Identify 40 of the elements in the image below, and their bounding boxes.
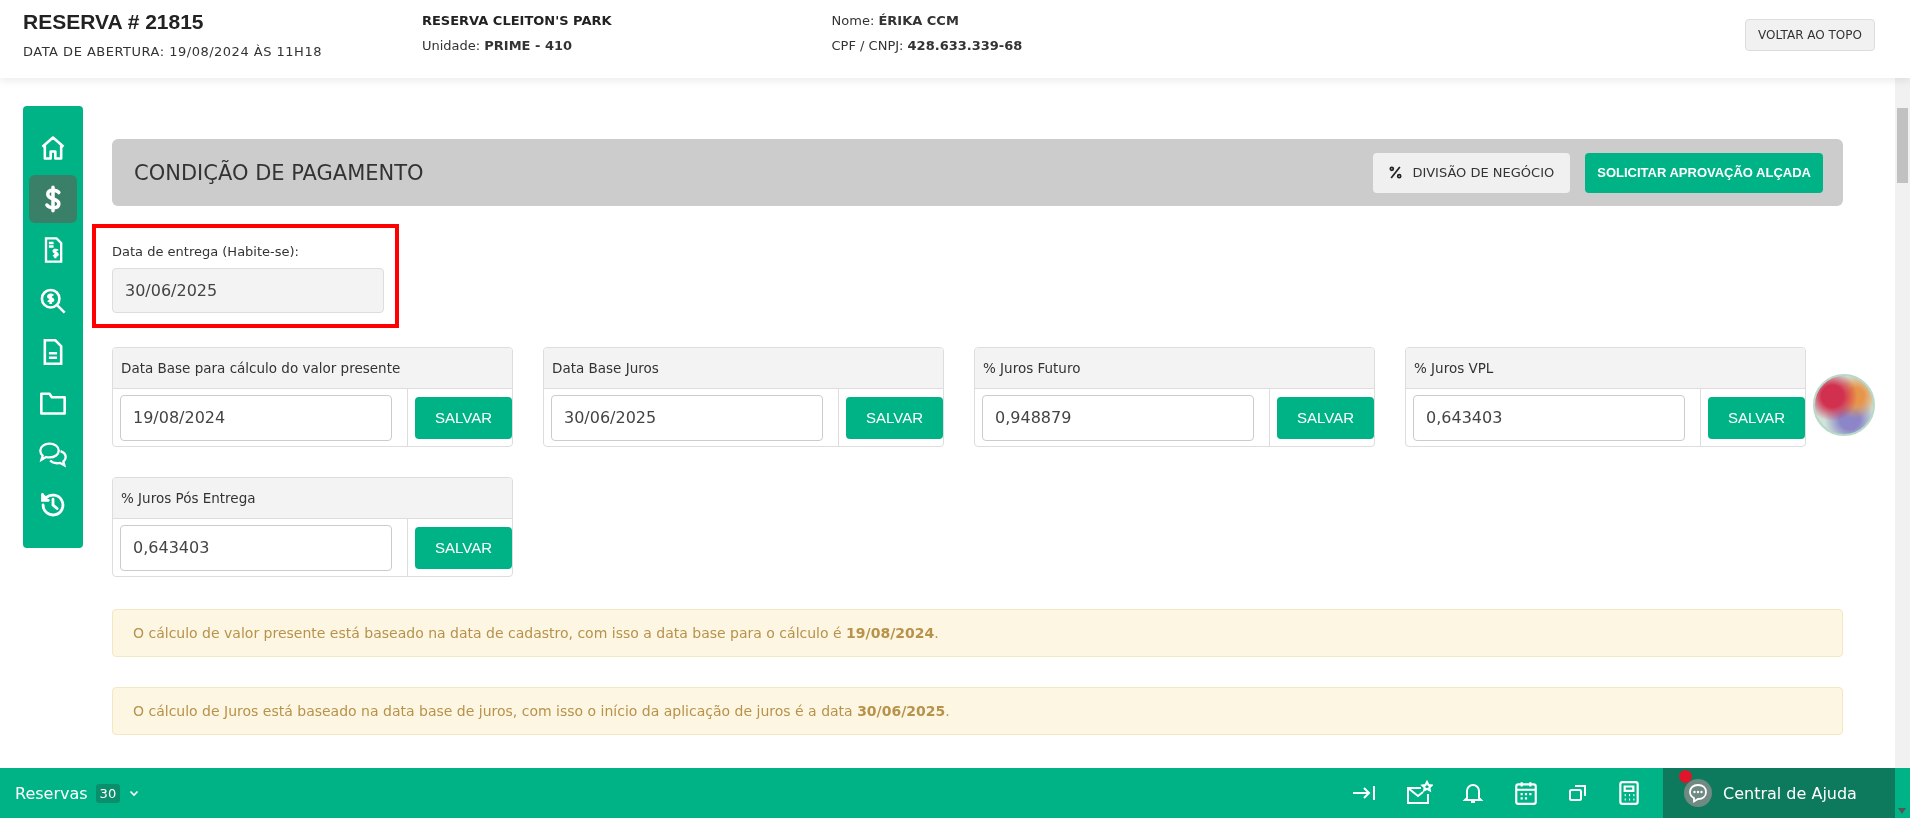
bell-icon[interactable] <box>1461 781 1485 805</box>
money-search-icon <box>39 287 67 315</box>
help-center-button[interactable]: Central de Ajuda <box>1663 768 1895 818</box>
section-title: CONDIÇÃO DE PAGAMENTO <box>134 160 424 185</box>
delivery-date-field[interactable]: 30/06/2025 <box>112 268 384 313</box>
reservation-name: RESERVA CLEITON'S PARK <box>421 13 612 28</box>
folder-icon <box>39 389 67 417</box>
calendar-icon[interactable] <box>1513 780 1539 806</box>
scrollbar[interactable] <box>1895 78 1910 768</box>
rate-field[interactable]: 30/06/2025 <box>551 394 823 441</box>
history-icon <box>39 491 67 519</box>
percent-icon <box>1389 166 1403 179</box>
client-document: CPF / CNPJ: 428.633.339-68 <box>831 38 1023 53</box>
rate-field[interactable]: 0,643403 <box>120 524 392 571</box>
sidebar-item[interactable] <box>29 175 77 223</box>
rate-field[interactable]: 19/08/2024 <box>120 394 392 441</box>
back-to-top-button[interactable]: VOLTAR AO TOPO <box>1745 19 1875 51</box>
unit-info: Unidade: PRIME - 410 <box>421 38 574 53</box>
rate-field[interactable]: 0,948879 <box>982 394 1254 441</box>
scroll-down-arrow-icon[interactable] <box>1898 808 1906 814</box>
chat-icon <box>38 440 68 468</box>
rate-field[interactable]: 0,643403 <box>1413 394 1685 441</box>
reservations-count: 30 <box>95 783 121 803</box>
info-notice: O cálculo de valor presente está baseado na data de cadastro, com isso a data base para o cálculo é 19/08/2024. <box>112 609 1843 657</box>
opening-date: DATA DE ABERTURA: 19/08/2024 ÀS 11H18 <box>23 44 322 59</box>
home-icon <box>39 134 67 162</box>
client-name: Nome: ÉRIKA CCM <box>831 13 960 28</box>
rate-label: % Juros Pós Entrega <box>113 478 512 519</box>
calculator-icon[interactable] <box>1617 780 1641 806</box>
rate-label: Data Base para cálculo do valor presente <box>113 348 512 389</box>
windows-icon[interactable] <box>1567 782 1589 804</box>
reservation-title: RESERVA # 21815 <box>23 10 205 34</box>
chat-bubble-icon <box>1683 778 1713 808</box>
rate-label: % Juros VPL <box>1406 348 1805 389</box>
info-notice: O cálculo de Juros está baseado na data base de juros, com isso o início da aplicação de juros é a data 30/06/2025. <box>112 687 1843 735</box>
mail-star-icon[interactable] <box>1405 780 1433 806</box>
business-split-button[interactable]: DIVISÃO DE NEGÓCIO <box>1373 152 1571 193</box>
rate-label: % Juros Futuro <box>975 348 1374 389</box>
delivery-date-label: Data de entrega (Habite-se): <box>112 244 300 259</box>
rate-label: Data Base Juros <box>544 348 943 389</box>
